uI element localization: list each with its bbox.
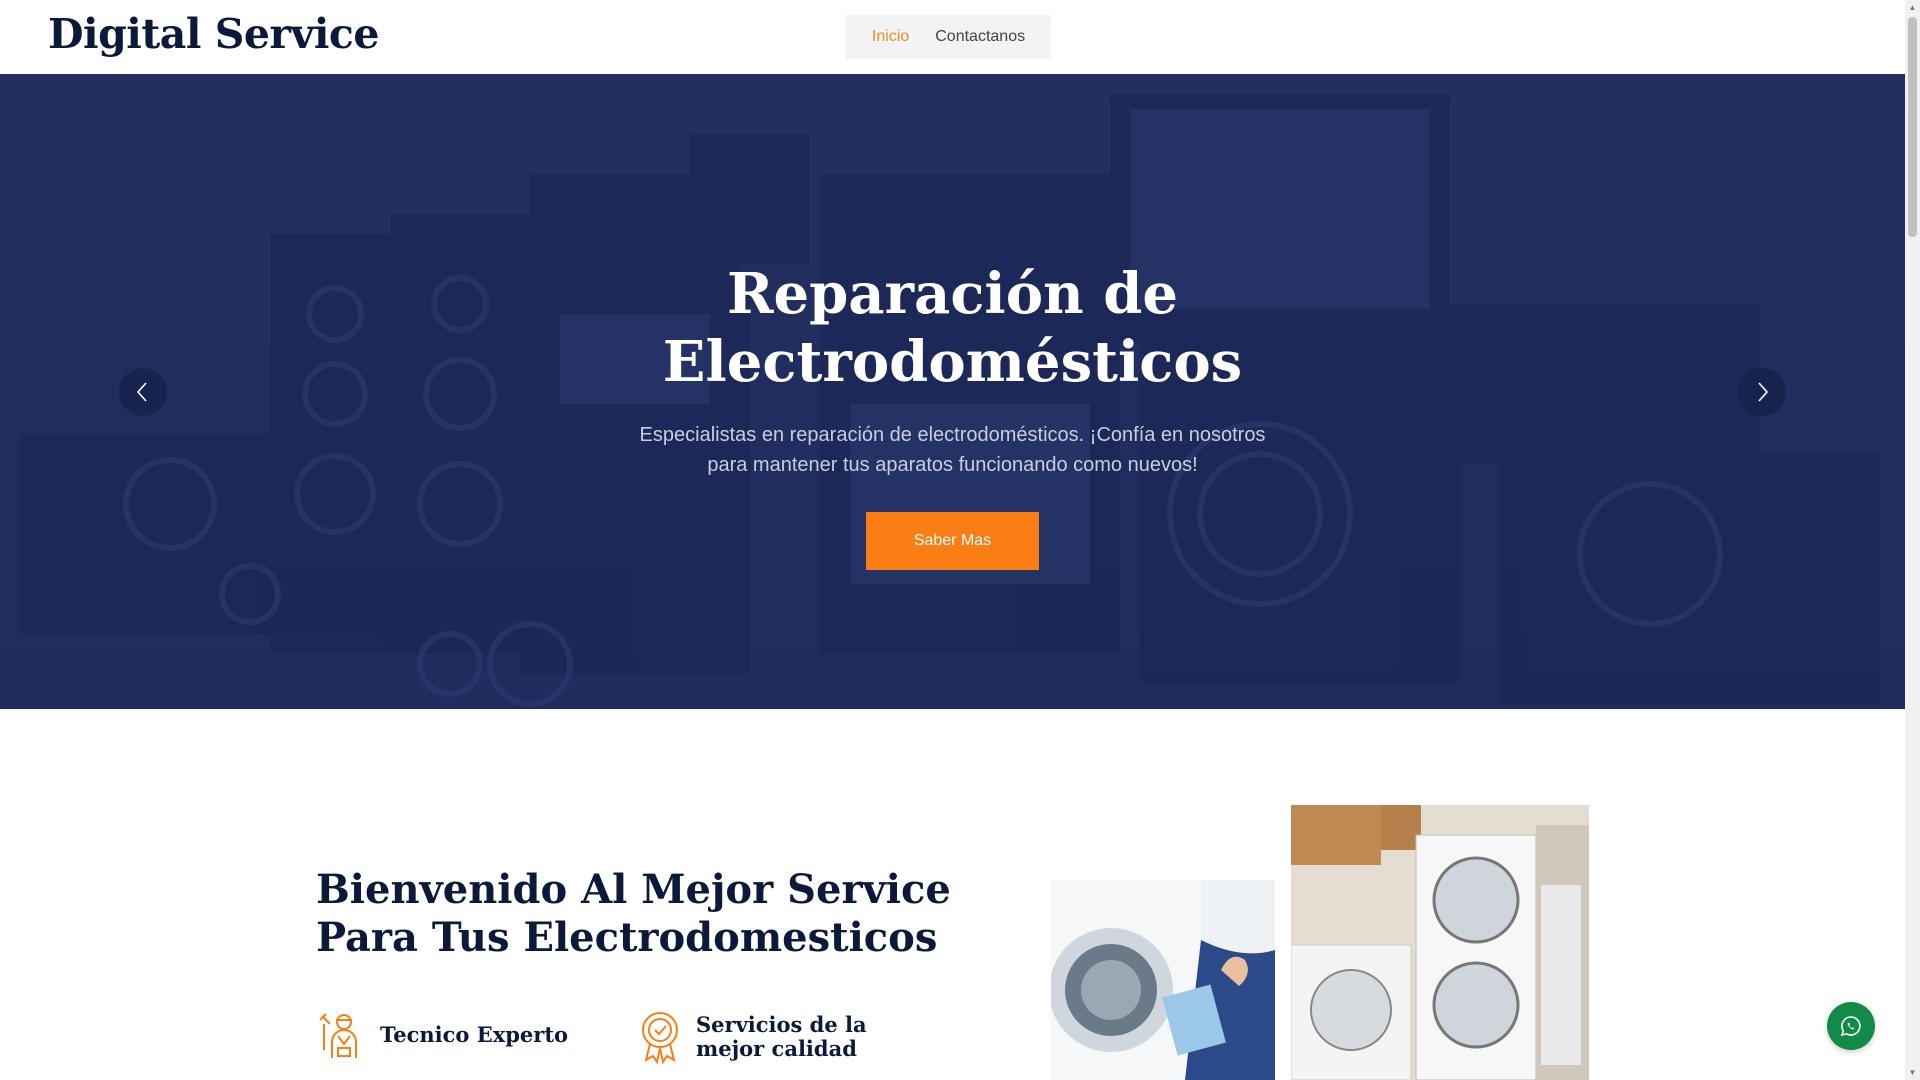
carousel-next-button[interactable]	[1738, 368, 1786, 416]
laundry-room-photo	[1291, 805, 1589, 1080]
page-scrollbar[interactable]: ▲ ▼	[1905, 0, 1920, 1080]
technician-icon	[319, 1013, 357, 1058]
scroll-down-icon[interactable]: ▼	[1908, 1068, 1917, 1077]
nav-link-contactanos[interactable]: Contactanos	[935, 28, 1025, 46]
welcome-title: Bienvenido Al Mejor Service Para Tus Ele…	[316, 866, 951, 961]
carousel-prev-button[interactable]	[119, 368, 167, 416]
nav-link-inicio[interactable]: Inicio	[872, 28, 909, 46]
feature-item: Servicios de la mejor calidad	[638, 1010, 916, 1064]
brand-logo[interactable]: Digital Service	[48, 10, 379, 58]
main-nav: Inicio Contactanos	[846, 15, 1051, 59]
scrollbar-thumb[interactable]	[1908, 17, 1917, 237]
hero-title: Reparación de Electrodomésticos	[662, 261, 1243, 395]
chevron-left-icon	[136, 382, 147, 402]
award-icon	[642, 1012, 678, 1064]
site-header: Digital Service Inicio Contactanos	[0, 0, 1905, 74]
feature-label: Servicios de la mejor calidad	[696, 1012, 867, 1061]
hero-carousel: Reparación de Electrodomésticos Especial…	[0, 74, 1905, 709]
feature-label: Tecnico Experto	[380, 1022, 569, 1047]
scroll-up-icon[interactable]: ▲	[1908, 3, 1917, 12]
chevron-right-icon	[1758, 382, 1769, 402]
washer-repair-photo	[1051, 880, 1275, 1080]
feature-item: Tecnico Experto	[316, 1010, 568, 1060]
saber-mas-button[interactable]: Saber Mas	[866, 512, 1039, 570]
whatsapp-button[interactable]	[1827, 1002, 1875, 1050]
hero-subtitle: Especialistas en reparación de electrodo…	[639, 424, 1266, 476]
whatsapp-icon	[1840, 1016, 1861, 1037]
